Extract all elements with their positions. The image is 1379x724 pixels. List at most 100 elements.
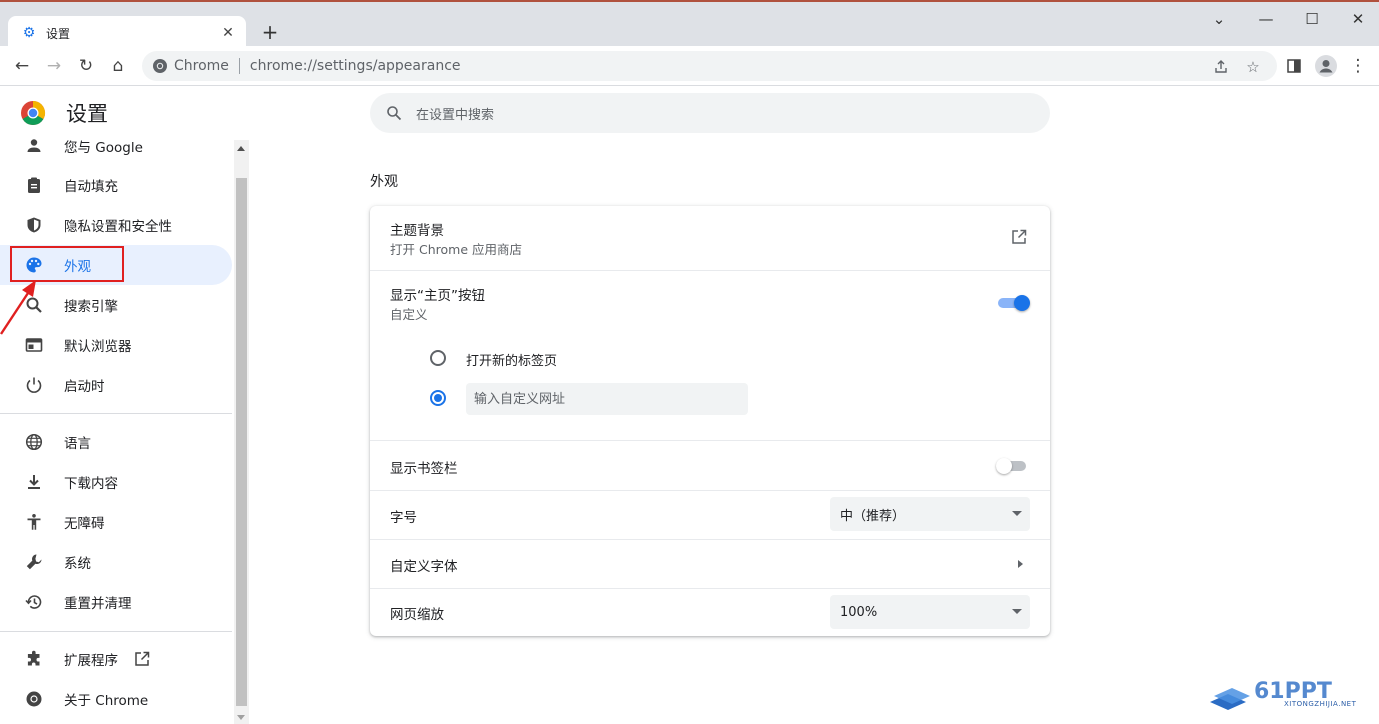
page-title: 设置 [66,102,108,126]
tab-search-chevron-icon[interactable]: ⌄ [1207,8,1231,30]
search-placeholder: 在设置中搜索 [416,107,495,123]
nav-item-languages[interactable]: 语言 [0,422,232,462]
nav-item-autofill[interactable]: 自动填充 [0,165,232,205]
url-text[interactable]: chrome://settings/appearance [250,58,461,74]
scroll-up-arrow-icon[interactable] [237,146,245,151]
nav-label: 语言 [64,436,91,452]
chrome-icon [153,59,167,73]
external-link-icon[interactable] [1010,228,1030,248]
page-zoom-row: 网页缩放 100% [370,589,1050,636]
minimize-button[interactable]: — [1254,8,1278,30]
close-window-button[interactable]: ✕ [1346,8,1370,30]
title-bar: ⚙ 设置 ✕ + ⌄ — ☐ ✕ [0,0,1379,50]
puzzle-icon [24,649,44,669]
gear-icon: ⚙ [22,25,36,41]
font-size-value: 中（推荐） [840,508,906,524]
settings-search-box[interactable]: 在设置中搜索 [370,93,1050,133]
share-icon[interactable] [1210,56,1232,78]
page-zoom-title: 网页缩放 [390,607,444,623]
nav-label: 默认浏览器 [64,339,132,355]
omnibox-chip: Chrome [174,58,229,74]
history-icon [24,592,44,612]
side-panel-icon[interactable] [1282,54,1306,78]
bookmarks-bar-toggle[interactable] [996,458,1028,474]
appearance-card: 主题背景 打开 Chrome 应用商店 显示“主页”按钮 自定义 打开新的标签页… [370,206,1050,636]
tab-close-button[interactable]: ✕ [220,25,236,41]
bookmarks-bar-row[interactable]: 显示书签栏 [370,441,1050,490]
nav-item-downloads[interactable]: 下载内容 [0,462,232,502]
toggle-knob [996,458,1012,474]
new-tab-button[interactable]: + [258,20,282,44]
scroll-down-arrow-icon[interactable] [237,715,245,720]
home-button-row: 显示“主页”按钮 自定义 打开新的标签页 [370,270,1050,440]
custom-fonts-title: 自定义字体 [390,559,458,575]
nav-item-reset[interactable]: 重置并清理 [0,582,232,622]
person-icon [24,136,44,156]
font-size-select[interactable]: 中（推荐） [830,497,1030,531]
page-zoom-select[interactable]: 100% [830,595,1030,629]
profile-avatar[interactable] [1314,54,1338,78]
toggle-knob [1014,295,1030,311]
theme-subtitle: 打开 Chrome 应用商店 [390,242,522,257]
radio-new-tab[interactable] [430,350,446,366]
nav-label: 隐私设置和安全性 [64,219,172,235]
watermark-logo: 61PPT [1210,679,1332,710]
back-button[interactable]: ← [10,54,34,78]
nav-label: 下载内容 [64,476,118,492]
nav-label: 无障碍 [64,516,105,532]
nav-label: 自动填充 [64,179,118,195]
bookmark-star-icon[interactable]: ☆ [1242,56,1264,78]
maximize-button[interactable]: ☐ [1300,8,1324,30]
nav-divider [0,413,232,414]
font-size-title: 字号 [390,510,417,526]
font-size-row: 字号 中（推荐） [370,491,1050,539]
custom-url-input[interactable] [466,383,748,415]
radio-custom-url[interactable] [430,390,446,406]
dropdown-arrow-icon [1012,609,1022,614]
nav-item-about-chrome[interactable]: 关于 Chrome [0,679,232,719]
nav-item-system[interactable]: 系统 [0,542,232,582]
section-title: 外观 [370,174,398,190]
nav-item-accessibility[interactable]: 无障碍 [0,502,232,542]
power-icon [24,375,44,395]
annotation-arrow-icon [0,280,36,335]
browser-window-icon [24,335,44,355]
watermark-domain: XITONGZHIJIA.NET [1284,700,1357,708]
chevron-right-icon [1018,560,1023,568]
reload-button[interactable]: ↻ [74,54,98,78]
nav-scrollbar[interactable] [234,140,249,724]
download-icon [24,472,44,492]
omnibox[interactable]: Chrome chrome://settings/appearance ☆ [142,51,1277,81]
toolbar: ← → ↻ ⌂ Chrome chrome://settings/appeara… [0,46,1379,86]
nav-item-on-startup[interactable]: 启动时 [0,365,232,405]
accessibility-icon [24,512,44,532]
nav-label: 重置并清理 [64,596,132,612]
tab-settings[interactable]: ⚙ 设置 ✕ [8,16,246,50]
nav-label: 搜索引擎 [64,299,118,315]
forward-button[interactable]: → [42,54,66,78]
custom-fonts-row[interactable]: 自定义字体 [370,540,1050,588]
chrome-icon [24,689,44,709]
wrench-icon [24,552,44,572]
nav-divider [0,631,232,632]
nav-item-you-and-google[interactable]: 您与 Google [0,128,232,166]
tab-title: 设置 [46,26,71,41]
home-button[interactable]: ⌂ [106,54,130,78]
nav-item-privacy[interactable]: 隐私设置和安全性 [0,205,232,245]
scrollbar-thumb[interactable] [236,178,247,706]
search-icon [387,106,402,121]
settings-header: 设置 [20,98,108,128]
more-menu-icon[interactable]: ⋮ [1346,54,1370,78]
settings-nav: 您与 Google 自动填充 隐私设置和安全性 外观 搜索引擎 默认浏览器 启动… [0,128,234,724]
home-button-toggle[interactable] [998,295,1030,311]
nav-item-extensions[interactable]: 扩展程序 [0,639,232,679]
dropdown-arrow-icon [1012,511,1022,516]
shield-icon [24,215,44,235]
chrome-logo-icon [21,101,46,126]
nav-label: 关于 Chrome [64,693,149,709]
theme-title: 主题背景 [390,223,444,239]
nav-label: 系统 [64,556,91,572]
theme-row[interactable]: 主题背景 打开 Chrome 应用商店 [370,206,1050,270]
globe-icon [24,432,44,452]
clipboard-icon [24,175,44,195]
